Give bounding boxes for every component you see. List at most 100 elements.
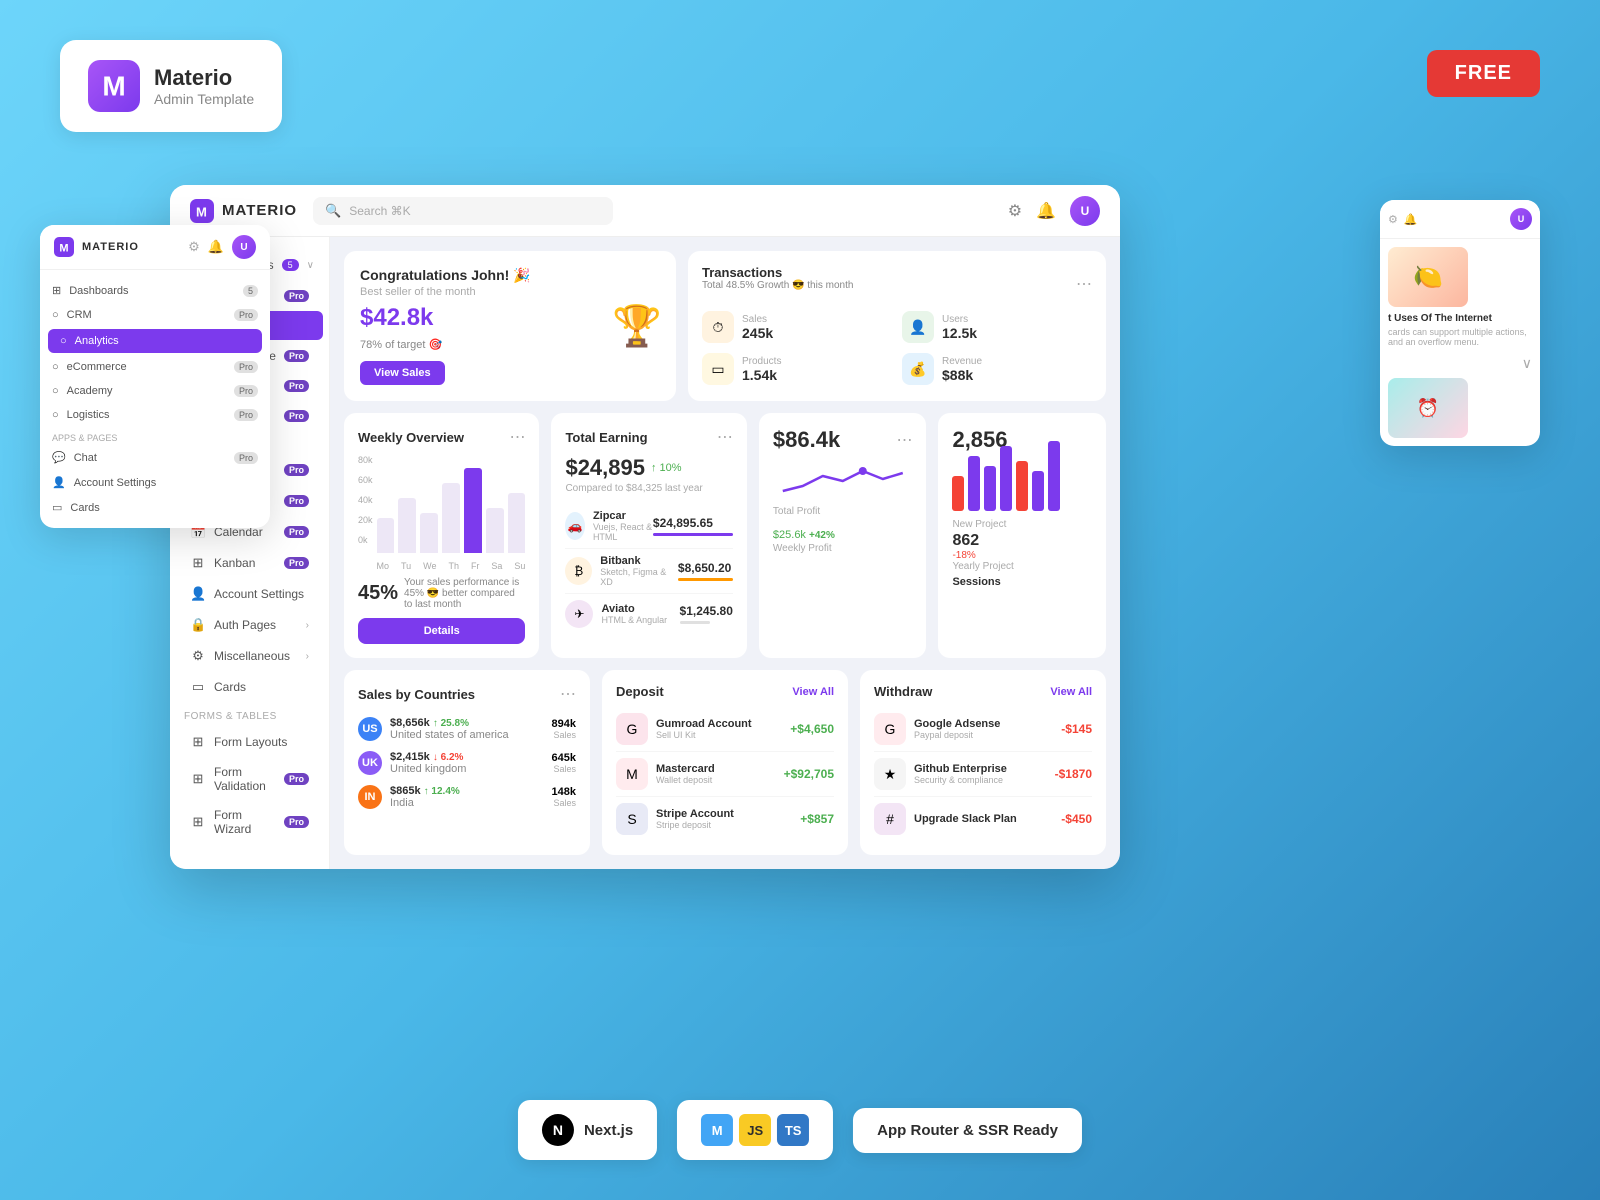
profit-value: $25.6k <box>773 529 809 541</box>
s2-item-ecommerce[interactable]: ○ eCommerce Pro <box>40 355 270 379</box>
weekly-more-icon[interactable]: ⋯ <box>509 427 525 447</box>
google-sub: Paypal deposit <box>914 730 1000 740</box>
weekly-title: Weekly Overview <box>358 430 464 445</box>
stripe-name: Stripe Account <box>656 808 734 820</box>
earning-card: Total Earning ⋯ $24,895 ↑ 10% Compared t… <box>551 413 746 658</box>
gumroad-name: Gumroad Account <box>656 718 752 730</box>
sidebar-item-kanban[interactable]: ⊞ Kanban Pro <box>176 548 323 578</box>
stripe-info: Stripe Account Stripe deposit <box>656 808 734 830</box>
third-card-desc: cards can support multiple actions, and … <box>1388 327 1532 347</box>
sidebar-item-auth-pages[interactable]: 🔒 Auth Pages › <box>176 610 323 640</box>
s2-item-cards[interactable]: ▭ Cards <box>40 495 270 520</box>
uk-sales: 645k Sales <box>552 752 576 774</box>
profit-change-pct: +42% <box>809 530 835 541</box>
nextjs-badge: N Next.js <box>518 1100 657 1160</box>
s2-item-analytics[interactable]: ○ Analytics <box>48 329 262 353</box>
earning-item-aviato: ✈ Aviato HTML & Angular $1,245.80 <box>565 594 732 634</box>
s2-item-logistics[interactable]: ○ Logistics Pro <box>40 403 270 427</box>
trans-users-data: Users 12.5k <box>942 314 977 341</box>
sidebar-item-form-layouts[interactable]: ⊞ Form Layouts <box>176 727 323 757</box>
trans-products-data: Products 1.54k <box>742 356 781 383</box>
second-avatar: U <box>232 235 256 259</box>
third-navbar: ⚙ 🔔 U <box>1380 200 1540 239</box>
aviato-name: Aviato <box>601 603 667 615</box>
aviato-icon: ✈ <box>565 600 593 628</box>
y-40k: 40k <box>358 495 373 505</box>
us-name: United states of america <box>390 729 509 741</box>
withdraw-view-all[interactable]: View All <box>1050 686 1092 698</box>
navbar-icons: ⚙ 🔔 U <box>1008 196 1100 226</box>
users-icon: 👤 <box>902 311 934 343</box>
dashboard-content: Congratulations John! 🎉 Best seller of t… <box>330 237 1120 869</box>
account-settings-label: Account Settings <box>214 587 309 601</box>
cards-icon: ▭ <box>190 679 206 695</box>
label-we: We <box>423 561 436 571</box>
brand-text: Materio Admin Template <box>154 65 254 107</box>
s2-academy-label: Academy <box>67 385 113 397</box>
transactions-title-group: Transactions Total 48.5% Growth 😎 this m… <box>702 265 853 303</box>
earning-compare: Compared to $84,325 last year <box>565 483 732 494</box>
sidebar-item-cards[interactable]: ▭ Cards <box>176 672 323 702</box>
deposit-view-all[interactable]: View All <box>792 686 834 698</box>
s2-logistics-label: Logistics <box>67 409 110 421</box>
bar-th <box>442 483 460 553</box>
label-tu: Tu <box>401 561 411 571</box>
cards-label: Cards <box>214 680 309 694</box>
s2-item-crm[interactable]: ○ CRM Pro <box>40 303 270 327</box>
s-bar-2 <box>968 456 980 511</box>
bar-fr <box>464 468 482 553</box>
details-button[interactable]: Details <box>358 618 525 644</box>
deposit-item-stripe: S Stripe Account Stripe deposit +$857 <box>616 797 834 841</box>
s2-item-chat[interactable]: 💬 Chat Pro <box>40 445 270 470</box>
uk-amount: $2,415k ↓ 6.2% <box>390 751 466 763</box>
slack-amount: -$450 <box>1061 812 1092 826</box>
yearly-project-change: -18% <box>952 550 1092 561</box>
earning-more-icon[interactable]: ⋯ <box>717 427 733 447</box>
in-flag: IN <box>358 785 382 809</box>
s2-logistics-icon: ○ <box>52 409 59 421</box>
search-bar[interactable]: 🔍 Search ⌘K <box>313 197 613 225</box>
bar-su <box>508 493 526 553</box>
country-item-in: IN $865k ↑ 12.4% India 148k Sales <box>358 780 576 814</box>
notification-icon[interactable]: 🔔 <box>1036 201 1056 221</box>
earning-title: Total Earning <box>565 430 647 445</box>
weekly-header: Weekly Overview ⋯ <box>358 427 525 447</box>
sales-label: Sales <box>742 314 773 325</box>
in-name: India <box>390 797 460 809</box>
s2-item-academy[interactable]: ○ Academy Pro <box>40 379 270 403</box>
view-sales-button[interactable]: View Sales <box>360 361 445 385</box>
form-validation-icon: ⊞ <box>190 771 206 787</box>
user-avatar[interactable]: U <box>1070 196 1100 226</box>
sidebar-item-account-settings[interactable]: 👤 Account Settings <box>176 579 323 609</box>
s2-analytics-icon: ○ <box>60 335 67 347</box>
brand-subtitle: Admin Template <box>154 91 254 107</box>
dashboards-badge: 5 <box>282 259 299 271</box>
third-card-title: t Uses Of The Internet <box>1388 313 1532 324</box>
zipcar-amount-col: $24,895.65 <box>653 516 733 536</box>
form-validation-badge: Pro <box>284 773 309 785</box>
s2-item-dashboards[interactable]: ⊞ Dashboards 5 <box>40 278 270 303</box>
trans-item-products: ▭ Products 1.54k <box>702 353 892 385</box>
s2-academy-badge: Pro <box>234 385 258 397</box>
trans-revenue-data: Revenue $88k <box>942 356 982 383</box>
row-1: Congratulations John! 🎉 Best seller of t… <box>344 251 1106 401</box>
gumroad-info: Gumroad Account Sell UI Kit <box>656 718 752 740</box>
sidebar-item-form-wizard[interactable]: ⊞ Form Wizard Pro <box>176 801 323 843</box>
profit-more-icon[interactable]: ⋯ <box>896 430 912 450</box>
second-bell-icon: 🔔 <box>208 239 224 255</box>
third-image-1: 🍋 <box>1388 247 1468 307</box>
s2-item-account-settings[interactable]: 👤 Account Settings <box>40 470 270 495</box>
google-icon: G <box>874 713 906 745</box>
sidebar-item-miscellaneous[interactable]: ⚙ Miscellaneous › <box>176 641 323 671</box>
withdraw-card: Withdraw View All G Google Adsense Paypa… <box>860 670 1106 855</box>
transactions-grid: ⏱ Sales 245k 👤 Users 12.5k <box>702 311 1092 385</box>
miscellaneous-icon: ⚙ <box>190 648 206 664</box>
transactions-more-icon[interactable]: ⋯ <box>1076 274 1092 294</box>
sidebar-item-form-validation[interactable]: ⊞ Form Validation Pro <box>176 758 323 800</box>
settings-icon[interactable]: ⚙ <box>1008 201 1022 221</box>
third-content: 🍋 t Uses Of The Internet cards can suppo… <box>1380 239 1540 446</box>
profit-amount: $86.4k <box>773 427 840 453</box>
sales-more-icon[interactable]: ⋯ <box>560 684 576 704</box>
in-change: ↑ 12.4% <box>424 786 460 797</box>
zipcar-progress <box>653 533 733 536</box>
